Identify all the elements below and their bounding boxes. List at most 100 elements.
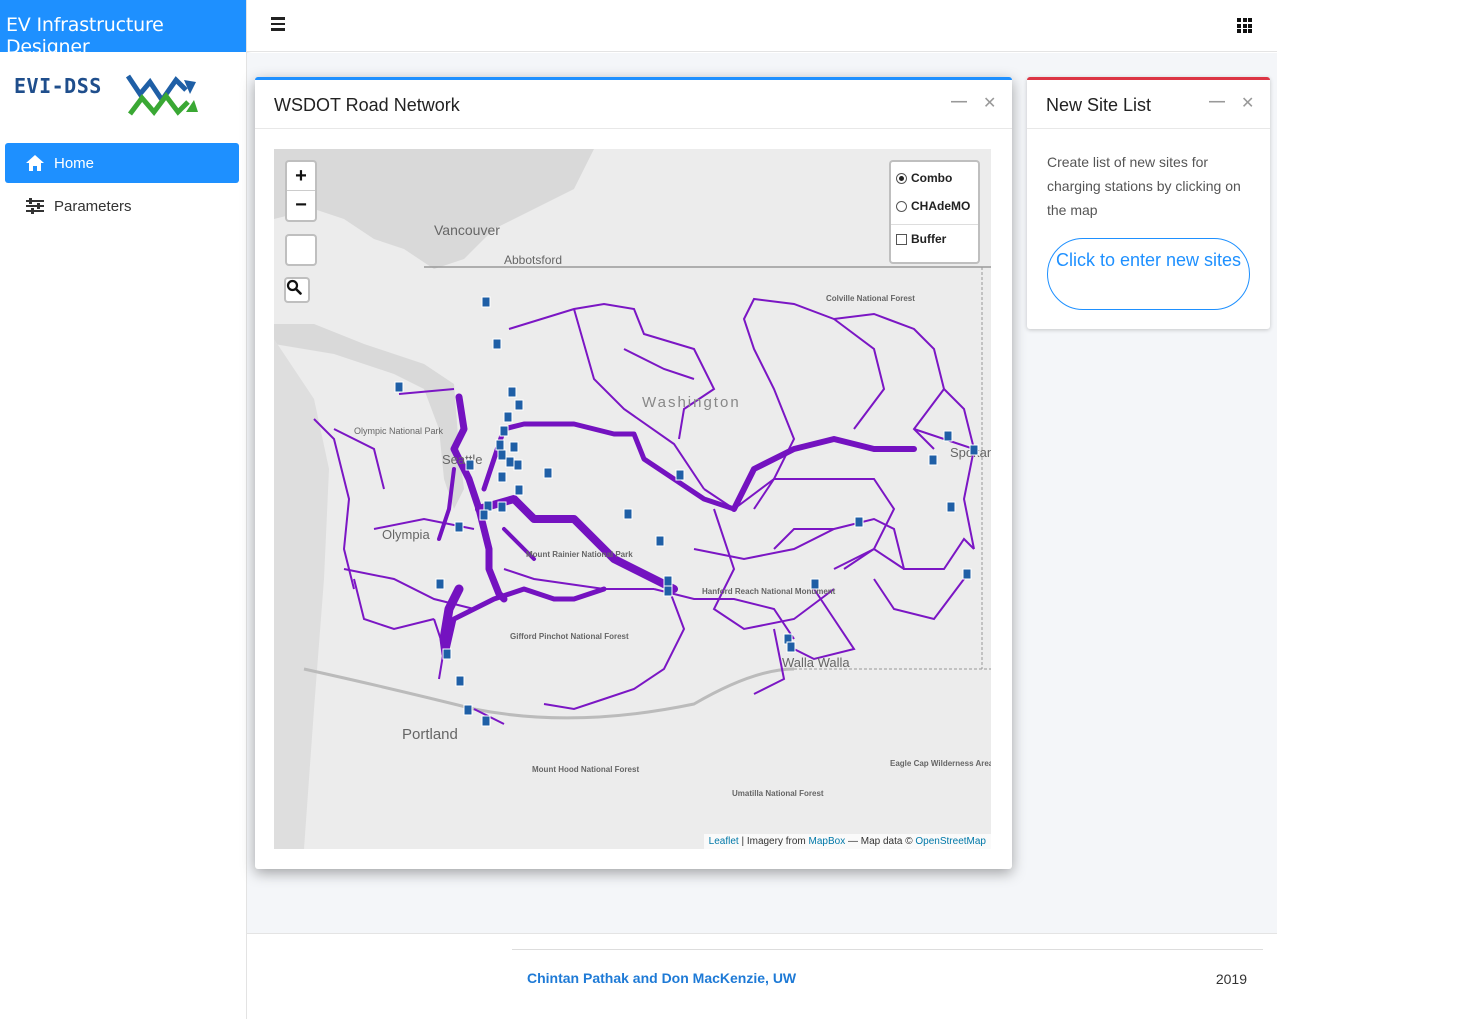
close-icon[interactable]: ✕ — [1241, 93, 1254, 113]
charging-station-marker[interactable] — [455, 675, 465, 687]
layer-combo-radio[interactable]: Combo — [891, 164, 978, 192]
card-tools: — ✕ — [1209, 93, 1254, 113]
charging-station-marker[interactable] — [514, 484, 524, 496]
sliders-icon — [24, 196, 46, 216]
charging-station-marker[interactable] — [497, 501, 507, 513]
radio-checked — [896, 172, 907, 184]
sidebar-item-parameters[interactable]: Parameters — [5, 186, 239, 226]
charging-station-marker[interactable] — [503, 411, 513, 423]
sidebar-item-home[interactable]: Home — [5, 143, 239, 183]
footer-year: 2019 — [1215, 971, 1247, 987]
leaflet-link[interactable]: Leaflet — [709, 836, 739, 847]
collapse-icon[interactable]: — — [951, 93, 967, 113]
footer-divider — [512, 949, 1263, 950]
charging-station-marker[interactable] — [465, 459, 475, 471]
card-header: WSDOT Road Network — ✕ — [255, 80, 1012, 129]
mapbox-link[interactable]: MapBox — [809, 836, 846, 847]
charging-station-marker[interactable] — [623, 508, 633, 520]
sidebar-nav: Home Parameters — [5, 143, 239, 229]
charging-station-marker[interactable] — [495, 439, 505, 451]
zoom-in-button[interactable]: + — [287, 162, 315, 191]
search-button[interactable] — [284, 277, 310, 303]
logo-text: EVI-DSS — [14, 74, 102, 98]
footer-authors[interactable]: Chintan Pathak and Don MacKenzie, UW — [527, 970, 796, 986]
map-label: Mount Rainier National Park — [526, 550, 633, 559]
map-label: Portland — [402, 726, 458, 743]
map-label: Umatilla National Forest — [732, 789, 824, 798]
main-content: WSDOT Road Network — ✕ Vancouver Abbotsf… — [247, 53, 1277, 933]
new-site-list-card: New Site List — ✕ Create list of new sit… — [1027, 77, 1270, 329]
charging-station-marker[interactable] — [543, 467, 553, 479]
charging-station-marker[interactable] — [505, 456, 515, 468]
charging-station-marker[interactable] — [663, 575, 673, 587]
charging-station-marker[interactable] — [663, 585, 673, 597]
charging-station-marker[interactable] — [509, 441, 519, 453]
charging-station-marker[interactable] — [479, 509, 489, 521]
charging-station-marker[interactable] — [499, 425, 509, 437]
search-icon — [286, 279, 302, 295]
charging-station-marker[interactable] — [394, 381, 404, 393]
sidebar-item-label: Home — [54, 154, 95, 172]
map-label: Gifford Pinchot National Forest — [510, 632, 629, 641]
zoom-out-button[interactable]: − — [287, 191, 315, 220]
charging-station-marker[interactable] — [962, 568, 972, 580]
enter-new-sites-button[interactable]: Click to enter new sites — [1047, 238, 1250, 310]
collapse-icon[interactable]: — — [1209, 93, 1225, 113]
charging-station-marker[interactable] — [675, 469, 685, 481]
menu-toggle-icon[interactable] — [271, 17, 285, 31]
charging-station-marker[interactable] — [514, 399, 524, 411]
charging-station-marker[interactable] — [497, 471, 507, 483]
charging-station-marker[interactable] — [513, 459, 523, 471]
map-label: Abbotsford — [504, 253, 562, 267]
road-network-card: WSDOT Road Network — ✕ Vancouver Abbotsf… — [255, 77, 1012, 869]
charging-station-marker[interactable] — [969, 444, 979, 456]
charging-station-marker[interactable] — [786, 641, 796, 653]
card-tools: — ✕ — [951, 93, 996, 113]
layer-buffer-checkbox[interactable]: Buffer — [891, 225, 978, 253]
map-label: Olympia — [382, 527, 430, 542]
footer: Chintan Pathak and Don MacKenzie, UW 201… — [247, 933, 1277, 1019]
charging-station-marker[interactable] — [442, 648, 452, 660]
charging-station-marker[interactable] — [946, 501, 956, 513]
home-icon — [24, 153, 46, 173]
layer-chademo-radio[interactable]: CHAdeMO — [891, 192, 978, 220]
charging-station-marker[interactable] — [492, 338, 502, 350]
radio-unchecked — [896, 200, 907, 212]
app-title[interactable]: EV Infrastructure Designer — [0, 0, 246, 58]
map-view[interactable]: Vancouver Abbotsford Washington Seattle … — [274, 149, 991, 849]
charging-station-marker[interactable] — [655, 535, 665, 547]
checkbox — [896, 233, 907, 245]
logo-arrows-icon — [126, 74, 198, 116]
map-canvas[interactable]: Vancouver Abbotsford Washington Seattle … — [274, 149, 991, 849]
map-label: Mount Hood National Forest — [532, 765, 639, 774]
charging-station-marker[interactable] — [481, 296, 491, 308]
draw-control[interactable] — [285, 234, 317, 266]
charging-station-marker[interactable] — [943, 430, 953, 442]
charging-station-marker[interactable] — [497, 449, 507, 461]
charging-station-marker[interactable] — [435, 578, 445, 590]
map-label: Seattle — [442, 452, 482, 467]
map-label: Olympic National Park — [354, 426, 444, 436]
map-label: Washington — [642, 394, 741, 411]
charger-markers[interactable] — [394, 296, 979, 727]
charging-station-marker[interactable] — [463, 704, 473, 716]
charging-station-marker[interactable] — [928, 454, 938, 466]
map-label: Colville National Forest — [826, 294, 915, 303]
close-icon[interactable]: ✕ — [983, 93, 996, 113]
charging-station-marker[interactable] — [481, 715, 491, 727]
map-label: Eagle Cap Wilderness Area — [890, 759, 991, 768]
apps-grid-icon[interactable] — [1237, 18, 1252, 33]
charging-station-marker[interactable] — [454, 521, 464, 533]
charging-station-marker[interactable] — [854, 516, 864, 528]
osm-link[interactable]: OpenStreetMap — [915, 836, 986, 847]
charging-station-marker[interactable] — [507, 386, 517, 398]
map-label: Vancouver — [434, 222, 500, 238]
top-navbar — [247, 0, 1277, 52]
site-description: Create list of new sites for charging st… — [1047, 154, 1241, 218]
zoom-control: + − — [285, 160, 317, 222]
layer-control: Combo CHAdeMO Buffer — [889, 160, 980, 264]
evi-dss-logo: EVI-DSS — [14, 70, 199, 124]
sidebar-item-label: Parameters — [54, 197, 132, 215]
card-header: New Site List — ✕ — [1027, 80, 1270, 129]
charging-station-marker[interactable] — [810, 578, 820, 590]
